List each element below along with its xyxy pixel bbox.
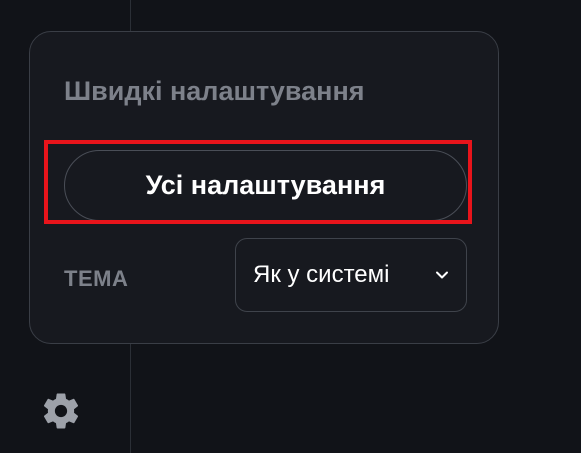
theme-label: ТЕМА <box>64 266 129 291</box>
chevron-down-icon <box>436 271 448 279</box>
app-screen: Швидкі налаштування Усі налаштування ТЕМ… <box>0 0 581 453</box>
quick-settings-panel: Швидкі налаштування Усі налаштування ТЕМ… <box>29 31 499 344</box>
all-settings-button[interactable]: Усі налаштування <box>64 150 467 221</box>
theme-select[interactable]: Як у системі <box>235 238 467 312</box>
all-settings-label: Усі налаштування <box>145 170 386 200</box>
gear-icon[interactable] <box>40 390 82 432</box>
theme-select-value: Як у системі <box>253 261 390 288</box>
quick-settings-title: Швидкі налаштування <box>64 76 365 106</box>
